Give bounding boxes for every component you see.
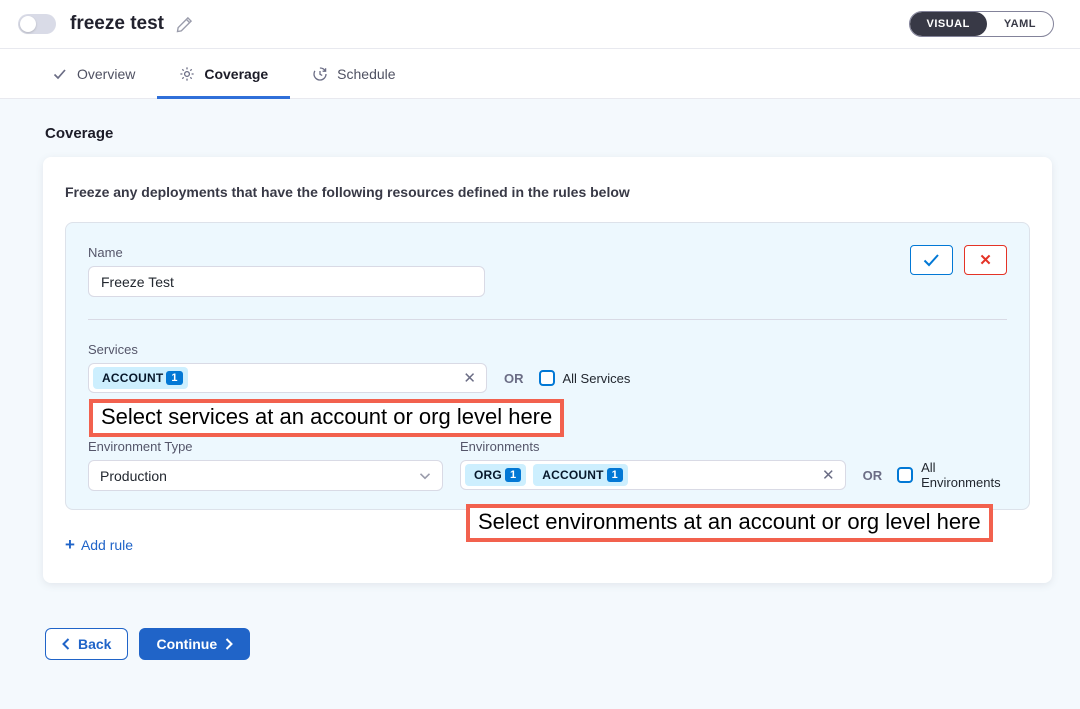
services-or-text: OR xyxy=(504,371,524,386)
rule-name-input[interactable]: Freeze Test xyxy=(88,266,485,297)
service-tag-label: ACCOUNT xyxy=(102,371,163,385)
continue-label: Continue xyxy=(156,636,217,652)
yaml-toggle-button[interactable]: YAML xyxy=(987,12,1053,36)
name-label: Name xyxy=(88,245,485,260)
clock-refresh-icon xyxy=(312,66,328,82)
environments-annotation-callout: Select environments at an account or org… xyxy=(466,504,993,542)
freeze-enable-toggle[interactable] xyxy=(18,14,56,34)
services-field-group: Services ACCOUNT 1 ✕ OR All Services xyxy=(88,342,1007,393)
environments-field-group: Environments ORG 1 ACCOUNT 1 ✕ xyxy=(460,439,1015,491)
environment-tag[interactable]: ORG 1 xyxy=(465,464,526,486)
environment-tag-count-badge: 1 xyxy=(505,468,521,482)
environment-tag-count-badge: 1 xyxy=(607,468,623,482)
all-services-label: All Services xyxy=(563,371,631,386)
header-bar: freeze test VISUAL YAML xyxy=(0,0,1080,49)
gear-icon xyxy=(179,66,195,82)
all-environments-checkbox[interactable] xyxy=(897,467,913,483)
close-icon: ✕ xyxy=(979,251,992,269)
environment-type-field-group: Environment Type Production xyxy=(88,439,443,491)
services-clear-icon[interactable]: ✕ xyxy=(463,371,476,386)
environments-clear-icon[interactable]: ✕ xyxy=(822,468,835,483)
back-button[interactable]: Back xyxy=(45,628,128,660)
delete-rule-button[interactable]: ✕ xyxy=(964,245,1007,275)
back-label: Back xyxy=(78,636,111,652)
add-rule-label: Add rule xyxy=(81,537,133,553)
service-tag[interactable]: ACCOUNT 1 xyxy=(93,367,188,389)
environment-type-value: Production xyxy=(100,468,167,484)
chevron-right-icon xyxy=(225,638,233,650)
wizard-footer: Back Continue xyxy=(45,628,1080,660)
environments-multiselect[interactable]: ORG 1 ACCOUNT 1 ✕ xyxy=(460,460,846,490)
add-rule-button[interactable]: + Add rule xyxy=(65,536,133,553)
environments-label: Environments xyxy=(460,439,1015,454)
visual-toggle-button[interactable]: VISUAL xyxy=(910,12,987,36)
chevron-down-icon xyxy=(419,472,431,480)
tab-coverage[interactable]: Coverage xyxy=(157,49,290,98)
tab-bar: Overview Coverage Schedule xyxy=(0,49,1080,99)
tab-schedule-label: Schedule xyxy=(337,66,395,82)
name-field-group: Name Freeze Test xyxy=(88,245,485,297)
environments-or-text: OR xyxy=(863,468,883,483)
check-icon xyxy=(923,253,940,267)
toggle-knob xyxy=(20,16,36,32)
all-environments-label: All Environments xyxy=(921,460,1015,490)
coverage-card: Freeze any deployments that have the fol… xyxy=(43,157,1052,583)
tab-overview-label: Overview xyxy=(77,66,135,82)
service-tag-count-badge: 1 xyxy=(166,371,182,385)
coverage-page: Coverage Freeze any deployments that hav… xyxy=(0,99,1080,660)
freeze-rule-panel: Name Freeze Test ✕ Services xyxy=(65,222,1030,510)
services-annotation-callout: Select services at an account or org lev… xyxy=(89,399,564,437)
all-services-checkbox[interactable] xyxy=(539,370,555,386)
environment-type-select[interactable]: Production xyxy=(88,460,443,491)
rule-divider xyxy=(88,319,1007,320)
confirm-rule-button[interactable] xyxy=(910,245,953,275)
check-icon xyxy=(52,66,68,82)
section-heading: Coverage xyxy=(45,125,1080,142)
services-multiselect[interactable]: ACCOUNT 1 ✕ xyxy=(88,363,487,393)
page-title: freeze test xyxy=(70,13,164,35)
chevron-left-icon xyxy=(62,638,70,650)
tab-coverage-label: Coverage xyxy=(204,66,268,82)
continue-button[interactable]: Continue xyxy=(139,628,250,660)
tab-overview[interactable]: Overview xyxy=(30,49,157,98)
edit-title-icon[interactable] xyxy=(176,16,193,33)
services-label: Services xyxy=(88,342,1007,357)
environment-tag-label: ACCOUNT xyxy=(542,468,603,482)
environment-tag-label: ORG xyxy=(474,468,502,482)
card-intro-text: Freeze any deployments that have the fol… xyxy=(65,184,1030,200)
plus-icon: + xyxy=(65,536,75,553)
environment-tag[interactable]: ACCOUNT 1 xyxy=(533,464,628,486)
view-mode-switch: VISUAL YAML xyxy=(909,11,1055,37)
environment-type-label: Environment Type xyxy=(88,439,443,454)
tab-schedule[interactable]: Schedule xyxy=(290,49,417,98)
